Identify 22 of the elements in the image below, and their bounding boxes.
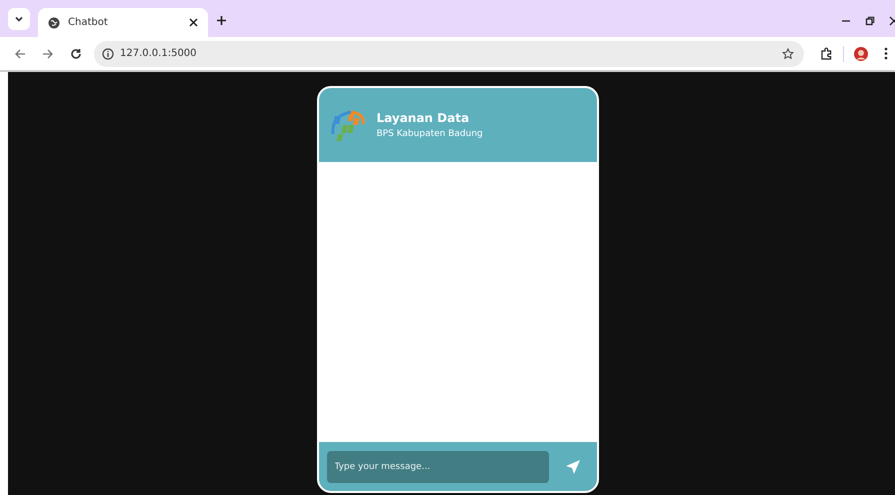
star-icon[interactable] [782,48,794,60]
chevron-down-icon [14,14,24,24]
new-tab-icon[interactable] [216,15,227,26]
info-icon [102,48,114,60]
tab-title: Chatbot [68,17,108,28]
menu-icon[interactable] [884,47,888,60]
message-input[interactable]: Type your message... [326,450,548,482]
back-arrow-icon[interactable] [14,48,26,60]
restore-icon[interactable] [865,16,875,26]
chat-title: Layanan Data [376,111,470,125]
forward-arrow-icon[interactable] [42,48,54,60]
chat-subtitle: BPS Kabupaten Badung [376,129,483,139]
close-icon[interactable] [189,18,198,27]
url-text: 127.0.0.1:5000 [120,48,197,59]
tab-search-button[interactable] [8,8,30,30]
address-bar[interactable]: 127.0.0.1:5000 [94,40,804,66]
globe-icon [48,16,60,28]
avatar-icon[interactable] [854,46,868,60]
puzzle-icon[interactable] [820,47,833,60]
browser-tab[interactable]: Chatbot [38,8,208,37]
send-icon [564,458,580,474]
reload-icon[interactable] [70,48,82,60]
